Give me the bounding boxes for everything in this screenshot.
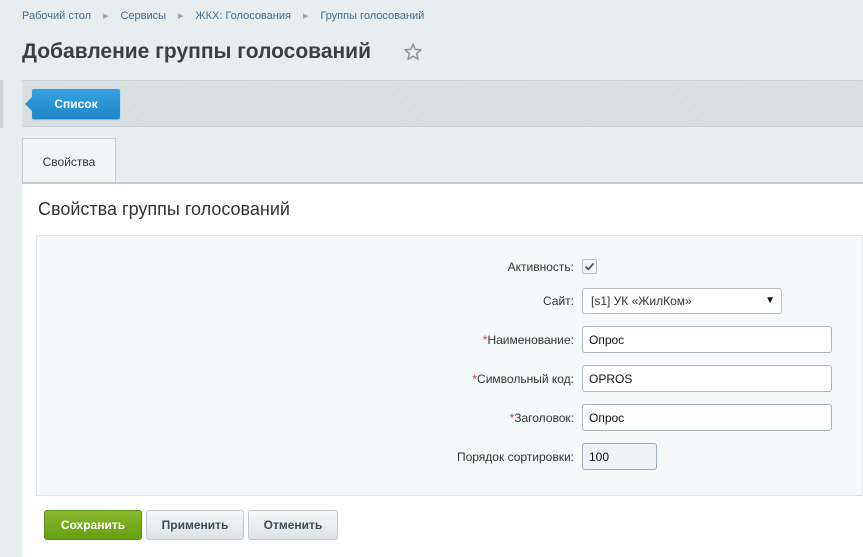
breadcrumb-separator-icon: ▶ [103, 13, 109, 20]
save-button[interactable]: Сохранить [44, 510, 142, 540]
active-label: Активность: [507, 260, 574, 274]
section-title: Свойства группы голосований [38, 199, 290, 219]
code-label: *Символьный код: [472, 372, 574, 386]
dropdown-arrow-icon: ▼ [765, 295, 775, 306]
cancel-button[interactable]: Отменить [248, 510, 338, 540]
row-heading: *Заголовок: [37, 403, 863, 433]
breadcrumb-item-services[interactable]: Сервисы [120, 10, 166, 22]
name-label: *Наименование: [482, 333, 574, 347]
site-select-value: [s1] УК «ЖилКом» [591, 294, 692, 308]
checkmark-icon [584, 262, 595, 271]
toolbar: Список [22, 80, 863, 127]
name-input[interactable] [582, 326, 832, 353]
breadcrumb-separator-icon: ▶ [178, 13, 184, 20]
row-site: Сайт: [s1] УК «ЖилКом» ▼ [37, 286, 863, 316]
site-select[interactable]: [s1] УК «ЖилКом» ▼ [582, 288, 782, 314]
left-edge-divider [0, 80, 3, 128]
sort-label: Порядок сортировки: [456, 450, 574, 464]
form-fields: Активность: Сайт: [s1] УК «ЖилКом» ▼ *На… [36, 235, 863, 496]
code-input[interactable] [582, 365, 832, 392]
breadcrumb-item-desktop[interactable]: Рабочий стол [22, 10, 91, 22]
breadcrumb: Рабочий стол ▶ Сервисы ▶ ЖКХ: Голосовани… [22, 10, 424, 22]
breadcrumb-item-voting[interactable]: ЖКХ: Голосования [195, 10, 291, 22]
row-name: *Наименование: [37, 325, 863, 355]
form-buttons: Сохранить Применить Отменить [44, 496, 863, 557]
row-active: Активность: [37, 252, 863, 282]
favorite-star-icon[interactable] [403, 42, 423, 62]
breadcrumb-item-groups[interactable]: Группы голосований [320, 10, 424, 22]
active-checkbox[interactable] [582, 259, 597, 274]
breadcrumb-separator-icon: ▶ [302, 13, 309, 20]
form-panel: Свойства группы голосований Активность: … [22, 184, 863, 557]
row-code: *Символьный код: [37, 364, 863, 394]
apply-button[interactable]: Применить [146, 510, 244, 540]
list-button[interactable]: Список [25, 89, 120, 119]
page-title: Добавление группы голосований [22, 40, 372, 63]
heading-label: *Заголовок: [509, 411, 574, 425]
tab-properties[interactable]: Свойства [22, 138, 116, 184]
row-sort: Порядок сортировки: [37, 442, 863, 472]
site-label: Сайт: [542, 294, 574, 308]
sort-input[interactable] [582, 443, 657, 470]
heading-input[interactable] [582, 404, 832, 431]
